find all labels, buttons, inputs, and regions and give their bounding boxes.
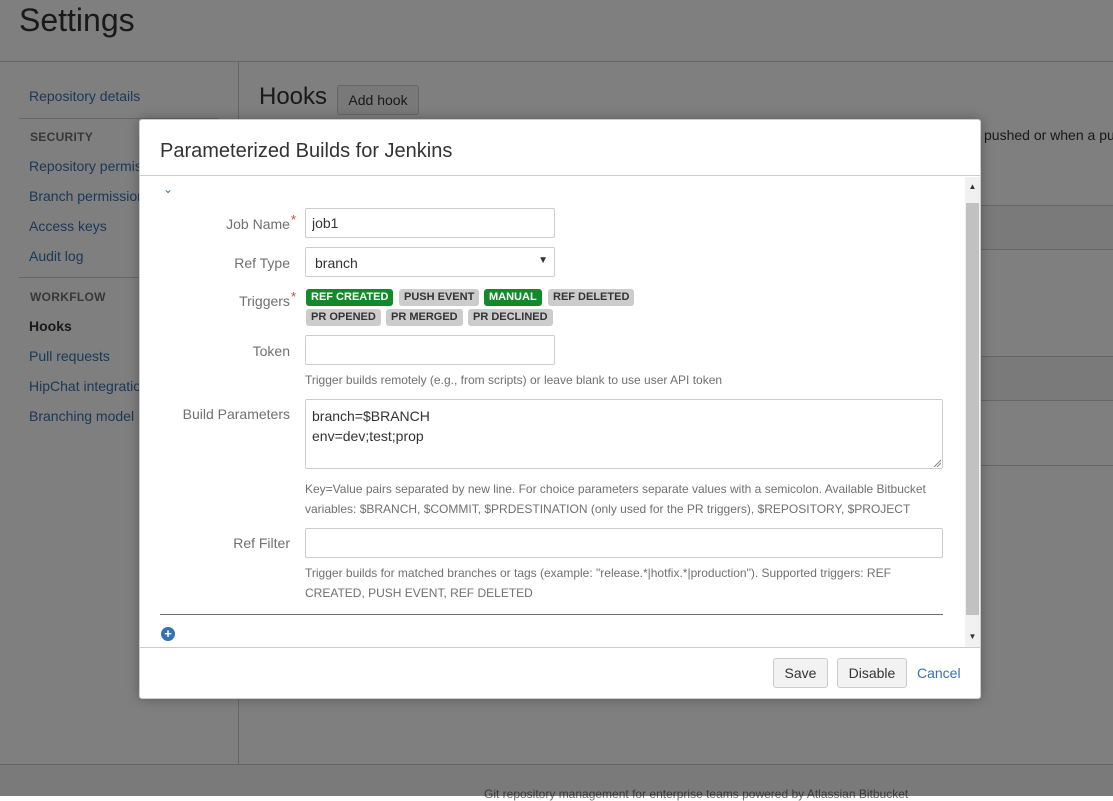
section-divider <box>160 614 943 615</box>
ref-filter-help-line: CREATED, PUSH EVENT, REF DELETED <box>305 586 533 600</box>
resize-grip-icon[interactable] <box>933 459 941 467</box>
trigger-push-event[interactable]: PUSH EVENT <box>399 289 480 306</box>
token-input[interactable] <box>305 335 555 365</box>
dialog-footer: Save Disable Cancel <box>140 647 980 698</box>
disable-button[interactable]: Disable <box>837 658 907 688</box>
save-button[interactable]: Save <box>773 658 828 688</box>
build-parameters-help-line: variables: $BRANCH, $COMMIT, $PRDESTINAT… <box>305 502 911 516</box>
required-marker: * <box>290 212 296 227</box>
trigger-pr-opened[interactable]: PR OPENED <box>306 309 381 326</box>
build-parameter-line: branch=$BRANCH <box>312 408 430 424</box>
chevron-down-icon[interactable]: ⌄ <box>163 182 173 196</box>
build-parameters-help-text: Key=Value pairs separated by new line. F… <box>305 479 965 519</box>
build-parameters-textarea[interactable]: branch=$BRANCH env=dev;test;prop <box>305 399 943 469</box>
job-name-input[interactable] <box>305 208 555 238</box>
trigger-manual[interactable]: MANUAL <box>484 289 542 306</box>
triggers-label-text: Triggers <box>239 293 290 309</box>
token-label: Token <box>252 343 290 359</box>
dialog-scrollbar[interactable]: ▲ ▼ <box>965 177 980 647</box>
ref-filter-label: Ref Filter <box>233 535 290 551</box>
dialog-title: Parameterized Builds for Jenkins <box>160 140 453 162</box>
ref-type-select[interactable]: branch ▼ <box>305 247 555 277</box>
scroll-up-icon[interactable]: ▲ <box>965 179 980 195</box>
required-marker: * <box>290 289 296 304</box>
trigger-ref-deleted[interactable]: REF DELETED <box>548 289 635 306</box>
token-help-text: Trigger builds remotely (e.g., from scri… <box>305 373 723 387</box>
build-parameters-label: Build Parameters <box>182 406 290 422</box>
build-parameters-help-line: Key=Value pairs separated by new line. F… <box>305 482 926 496</box>
ref-filter-help-line: Trigger builds for matched branches or t… <box>305 566 891 580</box>
trigger-pr-declined[interactable]: PR DECLINED <box>468 309 553 326</box>
trigger-pr-merged[interactable]: PR MERGED <box>386 309 463 326</box>
plus-circle-icon[interactable]: + <box>161 627 175 641</box>
dialog-body: ⌄ Job Name* Ref Type branch ▼ Triggers* … <box>140 177 980 647</box>
triggers-label: Triggers* <box>146 289 296 309</box>
job-name-label-text: Job Name <box>226 216 290 232</box>
ref-filter-help-text: Trigger builds for matched branches or t… <box>305 563 965 603</box>
caret-down-icon: ▼ <box>538 255 548 266</box>
ref-type-value: branch <box>315 255 358 271</box>
hook-settings-dialog: Parameterized Builds for Jenkins ⌄ Job N… <box>139 119 981 699</box>
ref-type-label: Ref Type <box>234 255 290 271</box>
job-name-label: Job Name* <box>146 212 296 232</box>
build-parameter-line: env=dev;test;prop <box>312 428 424 444</box>
dialog-header: Parameterized Builds for Jenkins <box>140 120 980 176</box>
ref-filter-input[interactable] <box>305 528 943 558</box>
cancel-link[interactable]: Cancel <box>917 665 961 681</box>
trigger-ref-created[interactable]: REF CREATED <box>306 289 394 306</box>
scroll-down-icon[interactable]: ▼ <box>965 629 980 645</box>
scroll-thumb[interactable] <box>966 203 979 615</box>
